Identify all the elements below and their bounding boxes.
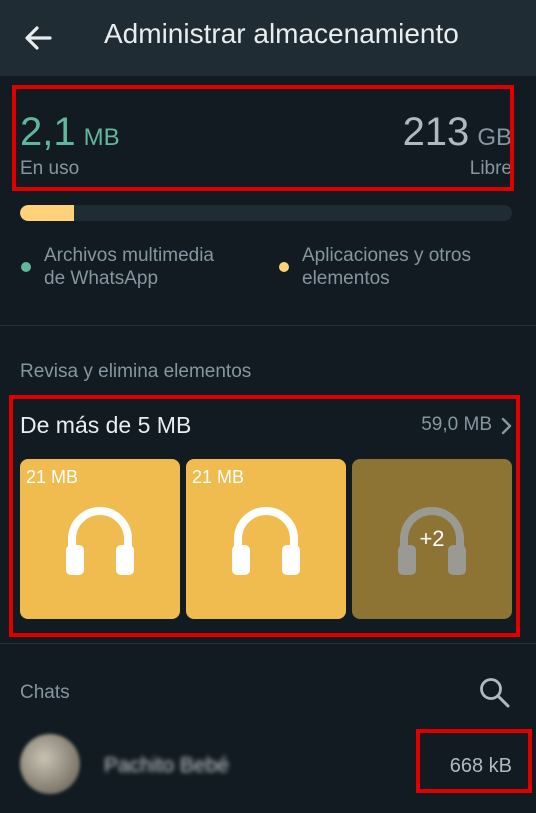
avatar [20,734,80,794]
arrow-left-icon [25,26,52,50]
free-storage-value: 213 GB [402,110,512,154]
free-storage-label: Libre [469,158,512,179]
divider [0,325,536,326]
used-storage-label: En uso [20,158,80,179]
legend-media: Archivos multimedia de WhatsApp [44,245,214,289]
chat-size: 668 kB [449,755,512,777]
chevron-right-icon[interactable] [500,416,514,436]
tile-size-label: 21 MB [26,467,79,487]
large-files-group-title[interactable]: De más de 5 MB [20,412,191,439]
page-title: Administrar almacenamiento [104,18,459,49]
search-button[interactable] [478,676,512,710]
used-storage-unit: MB [83,124,120,151]
apps-legend-dot [279,262,289,272]
divider [0,643,536,644]
tile-size-label: 21 MB [192,467,245,487]
more-count-label: +2 [419,526,445,551]
large-files-group-size: 59,0 MB [421,414,492,435]
chat-name: Pachito Bebé [104,754,229,777]
legend-apps: Aplicaciones y otros elementos [302,245,471,289]
free-storage-unit: GB [477,124,512,151]
storage-progress-bar [20,205,512,221]
headphones-icon [232,507,300,575]
more-media-tile[interactable]: +2 [352,459,512,619]
storage-progress-fill [20,205,75,221]
media-tile[interactable]: 21 MB [20,459,180,619]
chats-section-label: Chats [20,682,70,703]
review-section-label: Revisa y elimina elementos [20,361,252,382]
chat-list-item[interactable]: Pachito Bebé 668 kB [0,722,536,808]
app-bar: Administrar almacenamiento [0,0,536,76]
used-storage-value: 2,1 MB [20,110,120,154]
media-tile[interactable]: 21 MB [186,459,346,619]
media-legend-dot [21,262,31,272]
headphones-icon [66,507,134,575]
back-button[interactable] [20,20,58,56]
search-icon [480,678,510,708]
